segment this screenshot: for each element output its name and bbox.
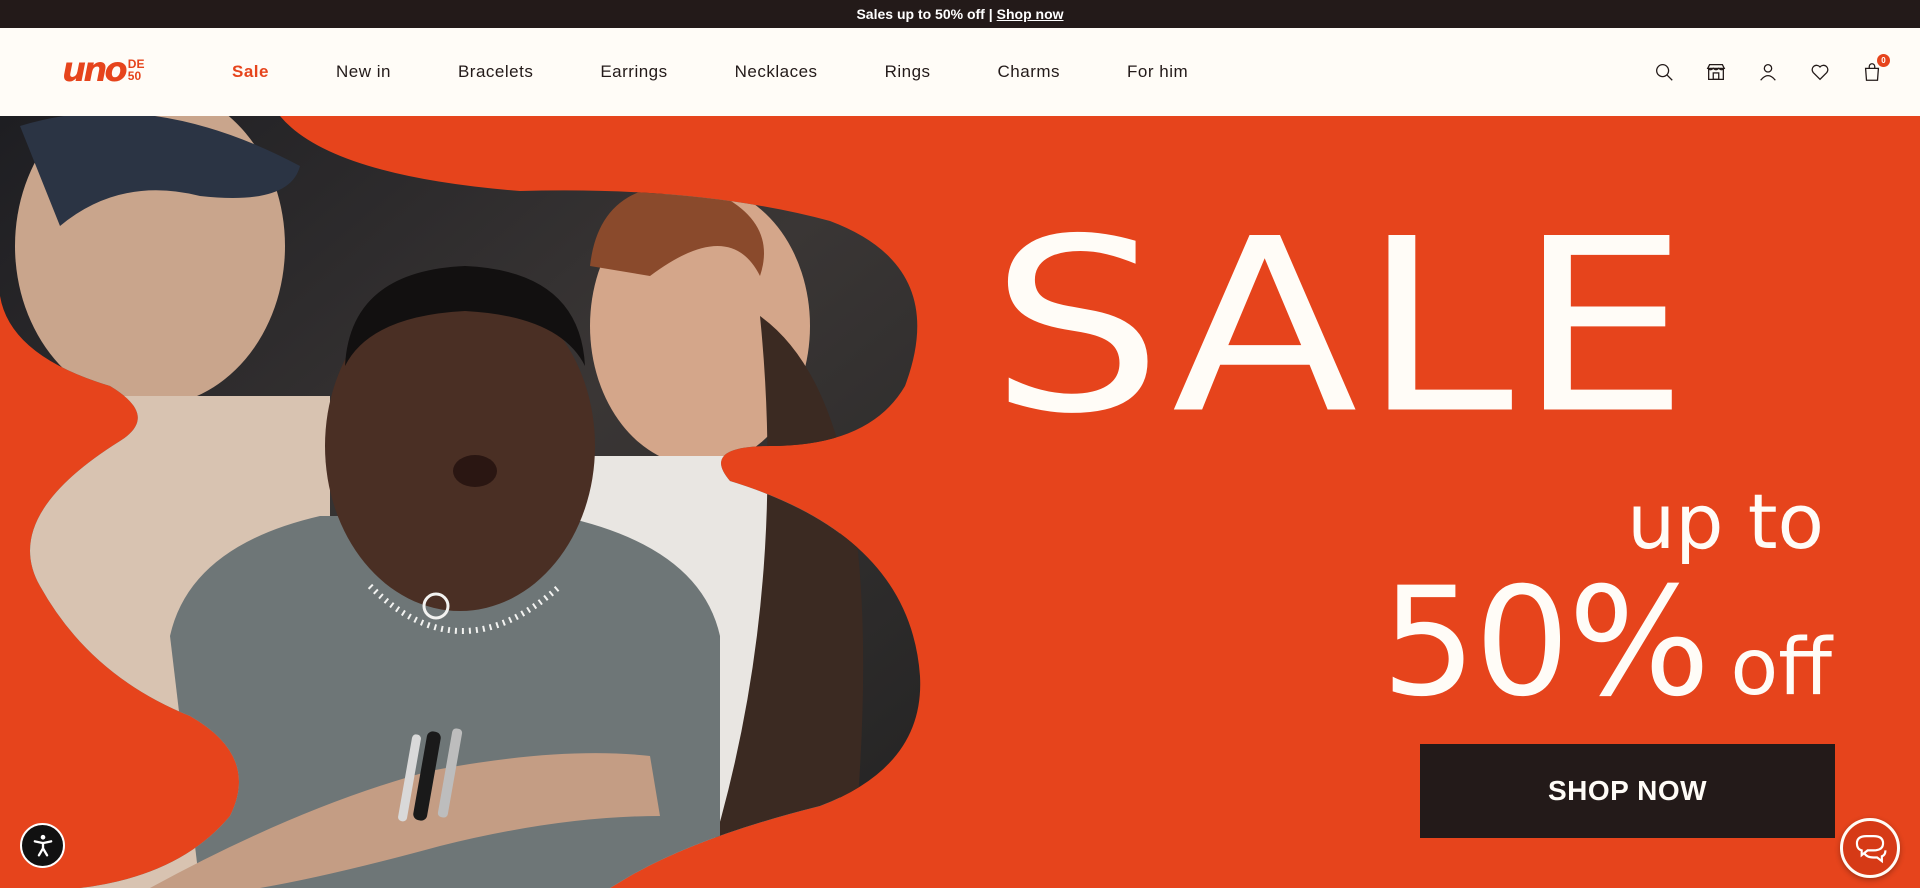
search-icon[interactable]: [1652, 60, 1676, 84]
announcement-shop-now-link[interactable]: Shop now: [997, 6, 1064, 22]
nav-item-rings[interactable]: Rings: [885, 62, 931, 82]
nav-item-earrings[interactable]: Earrings: [600, 62, 667, 82]
hero-discount-percent: 50%: [1381, 556, 1710, 730]
hero-discount-off: off: [1730, 623, 1832, 713]
heart-icon[interactable]: [1808, 60, 1832, 84]
nav-item-necklaces[interactable]: Necklaces: [735, 62, 818, 82]
announcement-text: Sales up to 50% off |: [856, 6, 993, 22]
nav-item-for-him[interactable]: For him: [1127, 62, 1188, 82]
nav-item-charms[interactable]: Charms: [998, 62, 1061, 82]
store-icon[interactable]: [1704, 60, 1728, 84]
hero-sale-title: SALE: [990, 188, 1694, 467]
brand-logo[interactable]: uno DE 50: [62, 50, 162, 90]
header-icons: 0: [1652, 28, 1890, 116]
nav-item-bracelets[interactable]: Bracelets: [458, 62, 533, 82]
shop-now-button[interactable]: SHOP NOW: [1420, 744, 1835, 838]
nav-item-sale[interactable]: Sale: [232, 62, 269, 82]
user-icon[interactable]: [1756, 60, 1780, 84]
cart-count-badge: 0: [1877, 54, 1890, 67]
hero-photo: [0, 116, 921, 888]
announcement-bar: Sales up to 50% off | Shop now: [0, 0, 1920, 28]
site-header: uno DE 50 Sale New in Bracelets Earrings…: [0, 28, 1920, 116]
main-nav: Sale New in Bracelets Earrings Necklaces…: [232, 28, 1255, 116]
accessibility-icon[interactable]: [20, 823, 65, 868]
nav-item-new-in[interactable]: New in: [336, 62, 391, 82]
logo-sub: DE 50: [128, 58, 145, 82]
shopping-bag-icon[interactable]: 0: [1860, 54, 1890, 84]
logo-wordmark: uno: [62, 50, 128, 90]
hero-banner: SALE up to 50% off SHOP NOW: [0, 116, 1920, 888]
hero-up-to: up to: [1627, 477, 1824, 566]
hero-discount: 50% off: [1381, 568, 1832, 718]
logo-sub-50: 50: [127, 69, 142, 83]
chat-icon[interactable]: [1840, 818, 1900, 878]
